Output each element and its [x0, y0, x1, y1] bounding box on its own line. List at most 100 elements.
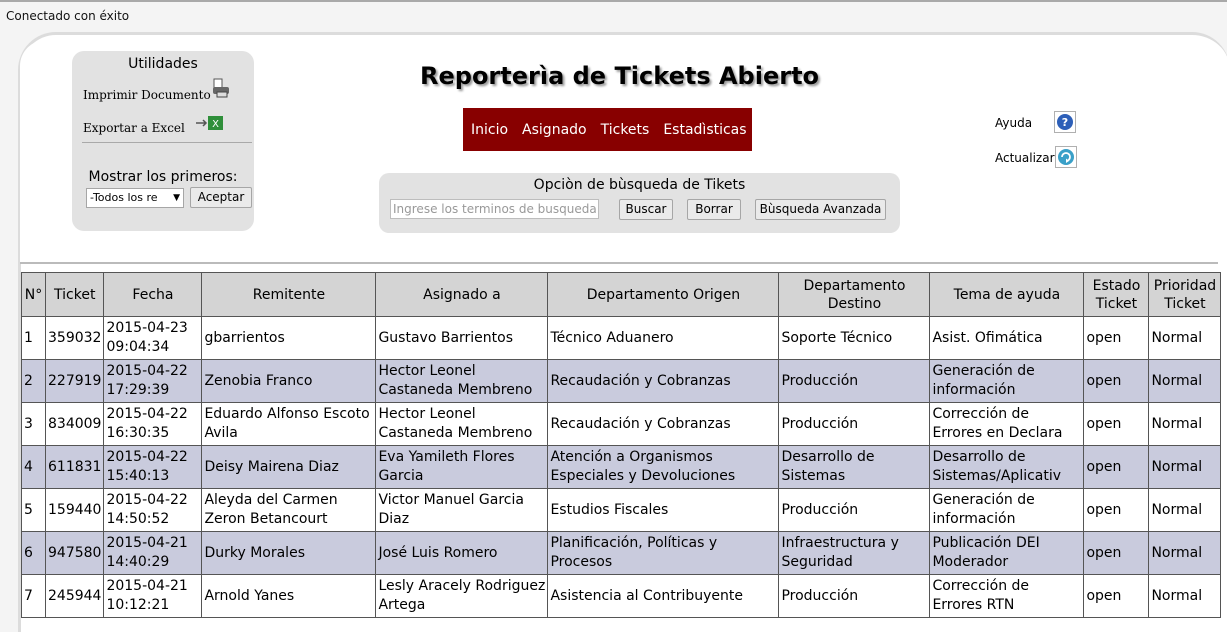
cell-ticket[interactable]: 834009 [44, 402, 105, 446]
search-button[interactable]: Buscar [619, 199, 673, 220]
cell-fecha: 2015-04-22 16:30:35 [103, 402, 203, 446]
cell-fecha: 2015-04-22 17:29:39 [103, 359, 203, 403]
cell-tema: Publicación DEI Moderador [929, 531, 1085, 575]
cell-depto-destino: Producción [778, 402, 931, 446]
cell-number: 6 [21, 531, 46, 575]
cell-depto-destino: Desarrollo de Sistemas [778, 445, 931, 489]
cell-estado: open [1083, 574, 1150, 618]
cell-estado: open [1083, 488, 1150, 532]
cell-fecha: 2015-04-22 14:50:52 [103, 488, 203, 532]
cell-tema: Asist. Ofimática [929, 316, 1085, 360]
table-row[interactable]: 3 834009 2015-04-22 16:30:35 Eduardo Alf… [21, 402, 1222, 446]
refresh-link[interactable]: Actualizar [995, 151, 1055, 165]
export-excel-link[interactable]: Exportar a Excel [83, 121, 185, 135]
cell-prioridad: Normal [1148, 488, 1222, 532]
cell-depto-origen: Atención a Organismos Especiales y Devol… [547, 445, 780, 489]
cell-asignado: Hector Leonel Castaneda Membreno [375, 359, 549, 403]
cell-ticket[interactable]: 159440 [44, 488, 105, 532]
show-first-label: Mostrar los primeros: [88, 169, 238, 185]
nav-asignado[interactable]: Asignado [522, 122, 587, 138]
accept-button[interactable]: Aceptar [190, 187, 252, 208]
col-header-fecha[interactable]: Fecha [103, 272, 203, 317]
cell-asignado: Victor Manuel Garcia Diaz [375, 488, 549, 532]
search-input[interactable]: Ingrese los terminos de busqueda [390, 199, 599, 219]
show-first-select[interactable]: -Todos los re ▼ [86, 188, 184, 208]
cell-depto-destino: Infraestructura y Seguridad [778, 531, 931, 575]
cell-number: 2 [21, 359, 46, 403]
page-title: Reporterìa de Tickets Abierto [420, 62, 820, 90]
col-header-number[interactable]: N° [21, 272, 46, 317]
nav-tickets[interactable]: Tickets [601, 122, 650, 138]
print-document-link[interactable]: Imprimir Documento [83, 88, 211, 102]
cell-prioridad: Normal [1148, 402, 1222, 446]
cell-depto-origen: Estudios Fiscales [547, 488, 780, 532]
cell-estado: open [1083, 359, 1150, 403]
cell-prioridad: Normal [1148, 531, 1222, 575]
chevron-down-icon: ▼ [173, 193, 180, 203]
nav-inicio[interactable]: Inicio [471, 122, 508, 138]
cell-remitente: Deisy Mairena Diaz [201, 445, 377, 489]
cell-estado: open [1083, 445, 1150, 489]
cell-depto-destino: Producción [778, 574, 931, 618]
cell-asignado: Hector Leonel Castaneda Membreno [375, 402, 549, 446]
col-header-ticket[interactable]: Ticket [44, 272, 105, 317]
excel-icon[interactable]: X [195, 114, 225, 136]
cell-asignado: Gustavo Barrientos [375, 316, 549, 360]
col-header-prioridad[interactable]: Prioridad Ticket [1148, 272, 1222, 317]
cell-ticket[interactable]: 611831 [44, 445, 105, 489]
col-header-depto-origen[interactable]: Departamento Origen [547, 272, 780, 317]
cell-estado: open [1083, 531, 1150, 575]
refresh-icon[interactable] [1055, 146, 1077, 168]
utilities-panel: Utilidades Imprimir Documento Exportar a… [72, 51, 254, 231]
cell-remitente: Arnold Yanes [201, 574, 377, 618]
cell-tema: Corrección de Errores en Declara [929, 402, 1085, 446]
table-row[interactable]: 2 227919 2015-04-22 17:29:39 Zenobia Fra… [21, 359, 1222, 403]
cell-ticket[interactable]: 245944 [44, 574, 105, 618]
table-row[interactable]: 7 245944 2015-04-21 10:12:21 Arnold Yane… [21, 574, 1222, 618]
table-row[interactable]: 4 611831 2015-04-22 15:40:13 Deisy Maire… [21, 445, 1222, 489]
advanced-search-button[interactable]: Bùsqueda Avanzada [755, 199, 886, 220]
utilities-divider [82, 142, 252, 143]
cell-depto-origen: Planificación, Políticas y Procesos [547, 531, 780, 575]
table-row[interactable]: 6 947580 2015-04-21 14:40:29 Durky Moral… [21, 531, 1222, 575]
cell-depto-origen: Recaudación y Cobranzas [547, 402, 780, 446]
cell-depto-destino: Producción [778, 488, 931, 532]
help-icon[interactable]: ? [1054, 111, 1076, 133]
col-header-remitente[interactable]: Remitente [201, 272, 377, 317]
cell-remitente: Aleyda del Carmen Zeron Betancourt [201, 488, 377, 532]
cell-asignado: Lesly Aracely Rodriguez Artega [375, 574, 549, 618]
cell-number: 7 [21, 574, 46, 618]
col-header-asignado[interactable]: Asignado a [375, 272, 549, 317]
col-header-depto-destino[interactable]: Departamento Destino [778, 272, 931, 317]
utilities-title: Utilidades [128, 56, 198, 72]
clear-button[interactable]: Borrar [687, 199, 741, 220]
cell-remitente: gbarrientos [201, 316, 377, 360]
col-header-estado[interactable]: Estado Ticket [1083, 272, 1150, 317]
cell-ticket[interactable]: 359032 [44, 316, 105, 360]
table-row[interactable]: 1 359032 2015-04-23 09:04:34 gbarrientos… [21, 316, 1222, 360]
cell-number: 3 [21, 402, 46, 446]
cell-remitente: Eduardo Alfonso Escoto Avila [201, 402, 377, 446]
cell-prioridad: Normal [1148, 445, 1222, 489]
cell-ticket[interactable]: 227919 [44, 359, 105, 403]
cell-fecha: 2015-04-22 15:40:13 [103, 445, 203, 489]
search-panel: Opciòn de bùsqueda de Tikets Ingrese los… [379, 173, 900, 233]
cell-tema: Desarrollo de Sistemas/Aplicativ [929, 445, 1085, 489]
table-row[interactable]: 5 159440 2015-04-22 14:50:52 Aleyda del … [21, 488, 1222, 532]
help-link[interactable]: Ayuda [995, 116, 1032, 130]
connection-status: Conectado con éxito [6, 9, 130, 23]
cell-ticket[interactable]: 947580 [44, 531, 105, 575]
cell-remitente: Durky Morales [201, 531, 377, 575]
cell-depto-destino: Soporte Técnico [778, 316, 931, 360]
header-separator [20, 262, 1218, 264]
nav-estadisticas[interactable]: Estadìsticas [663, 122, 746, 138]
col-header-tema[interactable]: Tema de ayuda [929, 272, 1085, 317]
main-nav: Inicio Asignado Tickets Estadìsticas [463, 108, 752, 151]
cell-estado: open [1083, 316, 1150, 360]
cell-remitente: Zenobia Franco [201, 359, 377, 403]
cell-depto-destino: Producción [778, 359, 931, 403]
cell-depto-origen: Técnico Aduanero [547, 316, 780, 360]
cell-number: 1 [21, 316, 46, 360]
printer-icon[interactable] [211, 77, 233, 103]
cell-fecha: 2015-04-21 10:12:21 [103, 574, 203, 618]
